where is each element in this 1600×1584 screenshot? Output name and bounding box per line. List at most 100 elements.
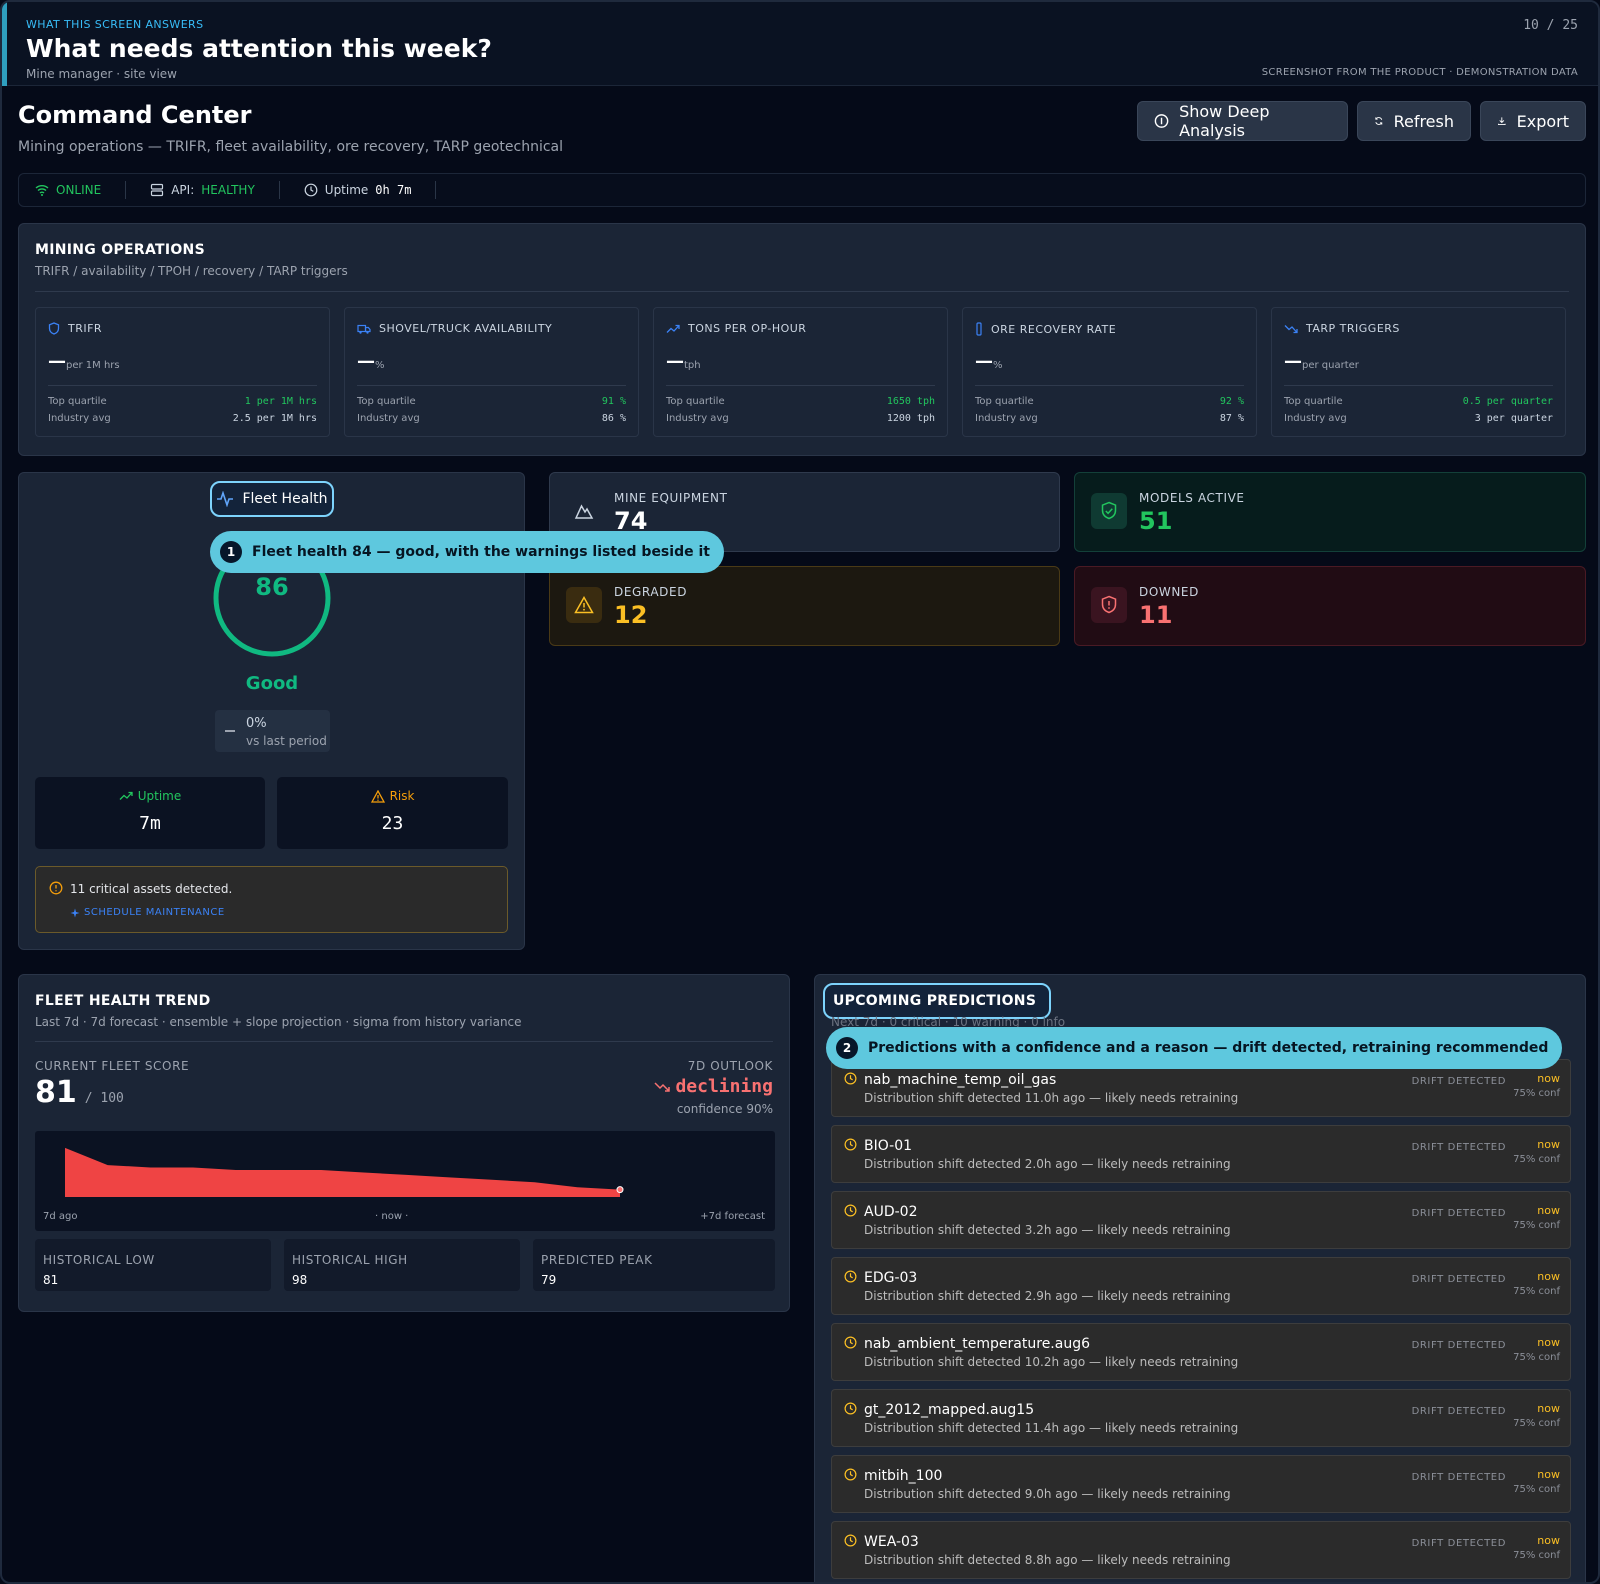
prediction-name: WEA-03 bbox=[864, 1534, 919, 1550]
kpi-top-label: Top quartile bbox=[975, 396, 1034, 407]
models-active-card[interactable]: MODELS ACTIVE 51 bbox=[1074, 472, 1586, 552]
download-icon bbox=[1498, 117, 1506, 126]
kpi-card-trifr[interactable]: TRIFR — per 1M hrs Top quartile 1 per 1M … bbox=[35, 307, 330, 437]
prediction-confidence: 75% conf bbox=[1513, 1418, 1560, 1429]
prediction-when: now bbox=[1537, 1204, 1560, 1217]
app-window: WHAT THIS SCREEN ANSWERS What needs atte… bbox=[0, 0, 1600, 1584]
refresh-button[interactable]: Refresh bbox=[1357, 101, 1471, 141]
x-axis-now: · now · bbox=[375, 1211, 409, 1222]
prediction-item[interactable]: mitbih_100 Distribution shift detected 9… bbox=[831, 1455, 1571, 1513]
prediction-description: Distribution shift detected 8.8h ago — l… bbox=[864, 1553, 1231, 1567]
prediction-item[interactable]: WEA-03 Distribution shift detected 8.8h … bbox=[831, 1521, 1571, 1579]
current-score-value: 81 bbox=[35, 1075, 77, 1110]
export-label: Export bbox=[1516, 111, 1569, 131]
prediction-confidence: 75% conf bbox=[1513, 1154, 1560, 1165]
prediction-description: Distribution shift detected 2.9h ago — l… bbox=[864, 1289, 1231, 1303]
callout-predictions: 2 Predictions with a confidence and a re… bbox=[826, 1027, 1563, 1069]
beaker-icon bbox=[976, 322, 982, 336]
clock-icon bbox=[844, 1138, 857, 1151]
prediction-description: Distribution shift detected 10.2h ago — … bbox=[864, 1355, 1239, 1369]
delta-value: 0% bbox=[246, 716, 267, 731]
kpi-avg-value: 3 per quarter bbox=[1474, 413, 1553, 424]
predictions-title-box[interactable]: UPCOMING PREDICTIONS bbox=[823, 983, 1051, 1019]
clock-icon bbox=[844, 1336, 857, 1349]
prediction-item[interactable]: EDG-03 Distribution shift detected 2.9h … bbox=[831, 1257, 1571, 1315]
uptime-card-label: Uptime bbox=[137, 789, 182, 803]
critical-alert-text: 11 critical assets detected. bbox=[70, 882, 233, 896]
banner-title: What needs attention this week? bbox=[26, 34, 492, 63]
prediction-when: now bbox=[1537, 1468, 1560, 1481]
show-deep-analysis-button[interactable]: Show Deep Analysis bbox=[1137, 101, 1348, 141]
truck-icon bbox=[357, 324, 371, 334]
downed-value: 11 bbox=[1139, 601, 1173, 629]
api-label: API: bbox=[171, 183, 195, 197]
kpi-card-ore-recovery[interactable]: ORE RECOVERY RATE — % Top quartile 92 % I… bbox=[962, 307, 1257, 437]
prediction-item[interactable]: gt_2012_mapped.aug15 Distribution shift … bbox=[831, 1389, 1571, 1447]
wifi-icon bbox=[35, 185, 49, 196]
kpi-unit: per quarter bbox=[1302, 360, 1359, 371]
historical-low-value: 81 bbox=[43, 1273, 59, 1287]
prediction-name: gt_2012_mapped.aug15 bbox=[864, 1402, 1035, 1418]
prediction-when: now bbox=[1537, 1138, 1560, 1151]
health-score: 86 bbox=[255, 573, 289, 601]
kpi-card-tarp-triggers[interactable]: TARP TRIGGERS — per quarter Top quartile… bbox=[1271, 307, 1566, 437]
mining-operations-title: MINING OPERATIONS bbox=[35, 242, 205, 258]
prediction-description: Distribution shift detected 9.0h ago — l… bbox=[864, 1487, 1231, 1501]
predicted-peak-label: PREDICTED PEAK bbox=[541, 1253, 653, 1267]
shield-check-icon bbox=[1101, 501, 1117, 520]
trend-down-icon bbox=[1284, 324, 1298, 333]
predictions-title: UPCOMING PREDICTIONS bbox=[833, 993, 1037, 1009]
kpi-avg-value: 2.5 per 1M hrs bbox=[232, 413, 317, 424]
prediction-confidence: 75% conf bbox=[1513, 1286, 1560, 1297]
refresh-label: Refresh bbox=[1393, 111, 1454, 131]
kpi-title: ORE RECOVERY RATE bbox=[991, 322, 1117, 336]
current-score-label: CURRENT FLEET SCORE bbox=[35, 1059, 190, 1073]
sparkle-icon bbox=[70, 908, 80, 917]
prediction-item[interactable]: nab_ambient_temperature.aug6 Distributio… bbox=[831, 1323, 1571, 1381]
prediction-description: Distribution shift detected 11.0h ago — … bbox=[864, 1091, 1239, 1105]
prediction-when: now bbox=[1537, 1402, 1560, 1415]
prediction-description: Distribution shift detected 3.2h ago — l… bbox=[864, 1223, 1231, 1237]
clock-icon bbox=[844, 1270, 857, 1283]
export-button[interactable]: Export bbox=[1480, 101, 1586, 141]
uptime-card-value: 7m bbox=[139, 813, 161, 834]
predicted-peak-card: PREDICTED PEAK 79 bbox=[533, 1239, 775, 1291]
prediction-tag: DRIFT DETECTED bbox=[1411, 1274, 1506, 1285]
current-score-max: / 100 bbox=[84, 1091, 124, 1106]
server-icon bbox=[151, 183, 164, 197]
kpi-avg-value: 1200 tph bbox=[886, 413, 935, 424]
prediction-item[interactable]: BIO-01 Distribution shift detected 2.0h … bbox=[831, 1125, 1571, 1183]
warning-icon bbox=[370, 789, 385, 803]
prediction-tag: DRIFT DETECTED bbox=[1411, 1340, 1506, 1351]
predicted-peak-value: 79 bbox=[541, 1273, 557, 1287]
kpi-top-value: 1 per 1M hrs bbox=[244, 396, 317, 407]
models-active-value: 51 bbox=[1139, 507, 1173, 535]
banner-kicker: WHAT THIS SCREEN ANSWERS bbox=[26, 18, 204, 31]
prediction-tag: DRIFT DETECTED bbox=[1411, 1076, 1506, 1087]
online-status: ONLINE bbox=[35, 181, 127, 199]
x-axis-end: +7d forecast bbox=[700, 1211, 765, 1222]
kpi-title: TONS PER OP-HOUR bbox=[688, 322, 807, 335]
schedule-maintenance-link[interactable]: SCHEDULE MAINTENANCE bbox=[70, 907, 225, 918]
kpi-card-tons-per-hour[interactable]: TONS PER OP-HOUR — tph Top quartile 1650 … bbox=[653, 307, 948, 437]
fleet-health-tab[interactable]: Fleet Health bbox=[210, 481, 334, 517]
kpi-title: SHOVEL/TRUCK AVAILABILITY bbox=[379, 322, 553, 335]
clock-icon bbox=[844, 1534, 857, 1547]
health-rating: Good bbox=[245, 673, 299, 694]
degraded-card[interactable]: DEGRADED 12 bbox=[549, 566, 1060, 646]
historical-low-card: HISTORICAL LOW 81 bbox=[35, 1239, 271, 1291]
prediction-item[interactable]: AUD-02 Distribution shift detected 3.2h … bbox=[831, 1191, 1571, 1249]
prediction-tag: DRIFT DETECTED bbox=[1411, 1142, 1506, 1153]
clock-icon bbox=[844, 1468, 857, 1481]
trend-up-icon bbox=[119, 791, 133, 800]
delta-label: vs last period bbox=[246, 734, 327, 748]
x-axis-start: 7d ago bbox=[43, 1211, 78, 1222]
delta-flat-icon bbox=[225, 730, 235, 732]
kpi-card-availability[interactable]: SHOVEL/TRUCK AVAILABILITY — % Top quarti… bbox=[344, 307, 639, 437]
uptime-status: Uptime 0h 7m bbox=[304, 181, 437, 199]
historical-low-label: HISTORICAL LOW bbox=[43, 1253, 155, 1267]
callout-number: 1 bbox=[220, 541, 242, 563]
prediction-when: now bbox=[1537, 1072, 1560, 1085]
kpi-top-label: Top quartile bbox=[1284, 396, 1343, 407]
downed-card[interactable]: DOWNED 11 bbox=[1074, 566, 1586, 646]
